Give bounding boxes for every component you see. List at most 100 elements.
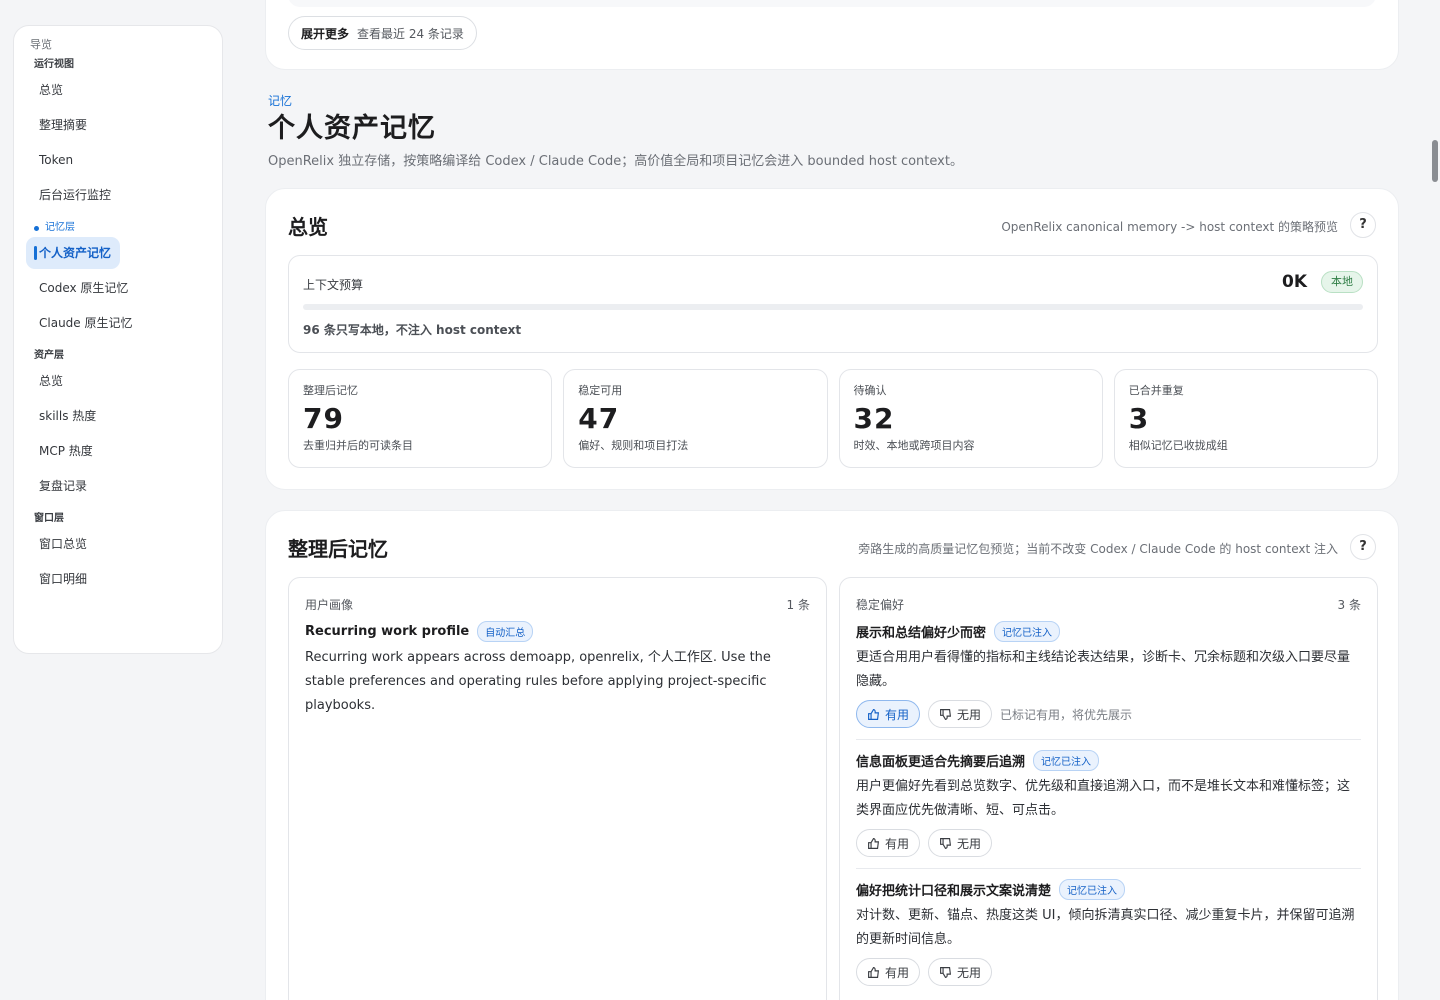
- sidebar-item-review[interactable]: 复盘记录: [26, 470, 120, 502]
- stat-value: 32: [853, 402, 895, 435]
- feedback-row: 有用 无用: [856, 829, 1361, 857]
- sidebar-item-summary[interactable]: 整理摘要: [26, 109, 120, 141]
- useful-label: 有用: [885, 836, 910, 851]
- memory-item-badge: 记忆已注入: [1033, 749, 1100, 771]
- thumbs-down-icon: [940, 837, 952, 849]
- records-list-bottom: [288, 0, 1376, 7]
- stat-sub: 偏好、规则和项目打法: [578, 439, 689, 452]
- memory-item-title-text: Recurring work profile: [305, 623, 470, 639]
- sidebar-title: 导览: [30, 38, 52, 51]
- context-budget-panel: 上下文预算 0K 本地 96 条只写本地，不注入 host context: [288, 255, 1378, 353]
- sidebar-item-token[interactable]: Token: [26, 144, 120, 176]
- memory-item-badge: 记忆已注入: [994, 620, 1061, 642]
- feedback-row: 有用 无用: [856, 958, 1361, 986]
- stats-row: 整理后记忆 79 去重归并后的可读条目 稳定可用 47 偏好、规则和项目打法 待…: [288, 369, 1378, 468]
- stat-label: 稳定可用: [578, 384, 623, 397]
- memory-item-body: 对计数、更新、锚点、热度这类 UI，倾向拆清真实口径、减少重复卡片，并保留可追溯…: [856, 908, 1355, 947]
- organized-memory-card: 整理后记忆 旁路生成的高质量记忆包预览；当前不改变 Codex / Claude…: [265, 510, 1399, 1000]
- records-card: 展开更多 查看最近 24 条记录: [265, 0, 1399, 70]
- memory-item-badge: 自动汇总: [477, 620, 534, 642]
- sidebar-item-window-detail[interactable]: 窗口明细: [26, 563, 120, 595]
- stat-value: 3: [1128, 402, 1150, 435]
- column-title: 稳定偏好: [856, 598, 905, 612]
- memory-item: Recurring work profile 自动汇总 Recurring wo…: [305, 620, 810, 718]
- sidebar: 导览 运行视图 总览 整理摘要 Token 后台运行监控 记忆层 个人资产记忆 …: [13, 25, 223, 654]
- nav-group-window: 窗口层: [34, 513, 64, 524]
- feedback-note: 已标记有用，将优先展示: [1000, 707, 1133, 722]
- page-title: 个人资产记忆: [268, 113, 436, 144]
- column-title: 用户画像: [305, 598, 354, 612]
- useless-label: 无用: [957, 707, 982, 722]
- sidebar-item-skills-heat[interactable]: skills 热度: [26, 400, 120, 432]
- budget-value: 0K: [1281, 272, 1307, 292]
- budget-progress-bar: [303, 304, 1363, 310]
- column-header: 用户画像 1 条: [305, 596, 810, 613]
- memory-item-title-text: 展示和总结偏好少而密: [856, 625, 987, 641]
- stable-preferences-column: 稳定偏好 3 条 展示和总结偏好少而密 记忆已注入 更适合用用户看得懂的指标和主…: [839, 577, 1378, 1000]
- budget-note: 96 条只写本地，不注入 host context: [303, 323, 522, 337]
- memory-item-title: 展示和总结偏好少而密 记忆已注入: [856, 620, 1361, 642]
- overview-card: 总览 OpenRelix canonical memory -> host co…: [265, 188, 1399, 490]
- stat-sub: 时效、本地或跨项目内容: [853, 439, 975, 452]
- item-divider: [856, 868, 1361, 869]
- sidebar-item-mcp-heat[interactable]: MCP 热度: [26, 435, 120, 467]
- feedback-row: 有用 无用 已标记有用，将优先展示: [856, 700, 1361, 728]
- sidebar-item-codex-memory[interactable]: Codex 原生记忆: [26, 272, 136, 304]
- memory-item-body: 用户更偏好先看到总览数字、优先级和直接追溯入口，而不是堆长文本和难懂标签；这类界…: [856, 779, 1351, 818]
- useless-button[interactable]: 无用: [928, 700, 993, 728]
- overview-title: 总览: [288, 215, 328, 239]
- column-count: 1 条: [786, 598, 810, 612]
- useful-label: 有用: [885, 707, 910, 722]
- memory-item-title-text: 信息面板更适合先摘要后追溯: [856, 754, 1026, 770]
- memory-item: 偏好把统计口径和展示文案说清楚 记忆已注入 对计数、更新、锚点、热度这类 UI，…: [856, 878, 1361, 986]
- stat-label: 待确认: [853, 384, 887, 397]
- sidebar-item-claude-memory[interactable]: Claude 原生记忆: [26, 307, 146, 339]
- thumbs-down-icon: [940, 966, 952, 978]
- memory-item-body: 更适合用用户看得懂的指标和主线结论表达结果，诊断卡、冗余标题和次级入口要尽量隐藏…: [856, 650, 1351, 689]
- memory-hint: 旁路生成的高质量记忆包预览；当前不改变 Codex / Claude Code …: [858, 542, 1338, 556]
- thumbs-down-icon: [940, 708, 952, 720]
- useful-button[interactable]: 有用: [856, 958, 921, 986]
- stat-value: 47: [578, 402, 620, 435]
- page-scrollbar[interactable]: [1432, 140, 1438, 182]
- budget-badge: 本地: [1321, 271, 1363, 293]
- stat-card-pending: 待确认 32 时效、本地或跨项目内容: [838, 369, 1103, 468]
- sidebar-item-window-overview[interactable]: 窗口总览: [26, 528, 120, 560]
- sidebar-item-personal-memory[interactable]: 个人资产记忆: [26, 237, 120, 269]
- sidebar-item-assets-overview[interactable]: 总览: [26, 365, 120, 397]
- useless-label: 无用: [957, 965, 982, 980]
- active-dot-icon: [34, 225, 39, 231]
- stat-card-organized: 整理后记忆 79 去重归并后的可读条目: [288, 369, 553, 468]
- nav-group-memory: 记忆层: [34, 221, 210, 235]
- column-header: 稳定偏好 3 条: [856, 596, 1361, 613]
- nav-group-assets: 资产层: [34, 350, 64, 361]
- useful-label: 有用: [885, 965, 910, 980]
- memory-item-title-text: 偏好把统计口径和展示文案说清楚: [856, 883, 1052, 899]
- stat-card-stable: 稳定可用 47 偏好、规则和项目打法: [563, 369, 828, 468]
- sidebar-item-monitor[interactable]: 后台运行监控: [26, 179, 120, 211]
- stat-card-merged: 已合并重复 3 相似记忆已收拢成组: [1113, 369, 1378, 468]
- memory-item-body: Recurring work appears across demoapp, o…: [305, 650, 771, 713]
- overview-help-button[interactable]: ?: [1350, 212, 1376, 238]
- useful-button[interactable]: 有用: [856, 829, 921, 857]
- useless-button[interactable]: 无用: [928, 958, 993, 986]
- thumbs-up-icon: [868, 966, 880, 978]
- stat-label: 已合并重复: [1128, 384, 1184, 397]
- expand-more-button[interactable]: 展开更多 查看最近 24 条记录: [288, 16, 477, 50]
- useless-button[interactable]: 无用: [928, 829, 993, 857]
- sidebar-item-overview[interactable]: 总览: [26, 74, 120, 106]
- expand-more-label: 展开更多: [301, 26, 350, 41]
- useful-button[interactable]: 有用: [856, 700, 921, 728]
- memory-item-title: 偏好把统计口径和展示文案说清楚 记忆已注入: [856, 878, 1361, 900]
- stat-value: 79: [303, 402, 344, 435]
- stat-label: 整理后记忆: [303, 384, 358, 397]
- thumbs-up-icon: [868, 708, 880, 720]
- memory-item-title: 信息面板更适合先摘要后追溯 记忆已注入: [856, 749, 1361, 771]
- section-description: OpenRelix 独立存储，按策略编译给 Codex / Claude Cod…: [268, 154, 963, 169]
- expand-more-sub: 查看最近 24 条记录: [357, 26, 464, 41]
- memory-title: 整理后记忆: [288, 537, 388, 561]
- user-profile-column: 用户画像 1 条 Recurring work profile 自动汇总 Rec…: [288, 577, 827, 1000]
- memory-item-badge: 记忆已注入: [1059, 878, 1126, 900]
- memory-item: 展示和总结偏好少而密 记忆已注入 更适合用用户看得懂的指标和主线结论表达结果，诊…: [856, 620, 1361, 728]
- memory-help-button[interactable]: ?: [1350, 534, 1376, 560]
